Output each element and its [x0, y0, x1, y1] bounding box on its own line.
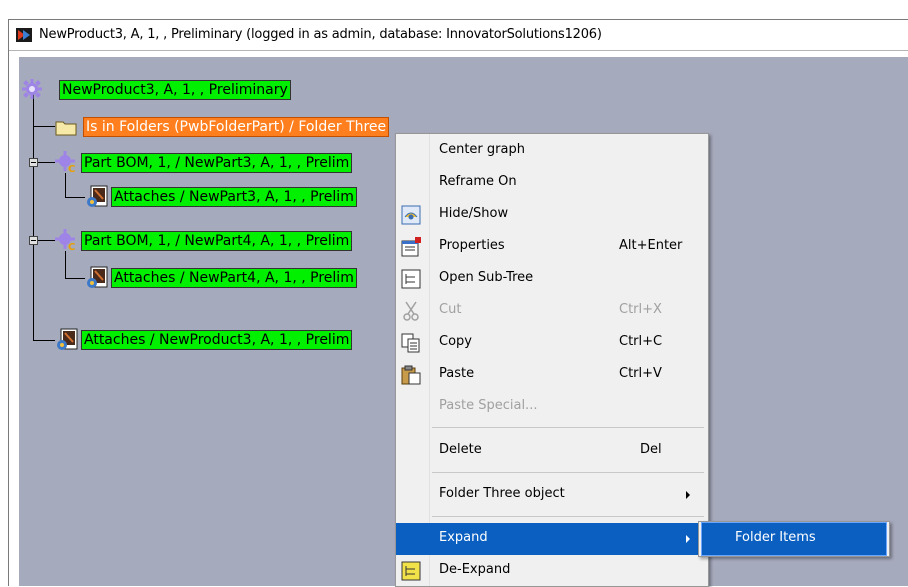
svg-text:C: C [68, 164, 75, 173]
collapse-toggle[interactable] [29, 158, 38, 167]
tree-branch-line [33, 340, 55, 341]
copy-icon [401, 333, 420, 353]
menu-item-label: Open Sub-Tree [439, 270, 534, 285]
menu-item-properties[interactable]: Properties Alt+Enter [396, 231, 708, 263]
title-bar: NewProduct3, A, 1, , Preliminary (logged… [9, 20, 908, 51]
document-gear-icon [87, 266, 108, 288]
tree-node-label: Part BOM, 1, / NewPart3, A, 1, , Prelim [81, 153, 353, 173]
gear-c-icon: C [55, 229, 75, 251]
de-expand-icon [401, 561, 421, 581]
menu-item-shortcut: Del [640, 442, 662, 457]
menu-separator [432, 516, 704, 517]
gear-icon [22, 79, 42, 99]
open-subtree-icon [401, 269, 421, 289]
tree-node-label: Part BOM, 1, / NewPart4, A, 1, , Prelim [81, 231, 353, 251]
gear-c-icon: C [55, 151, 75, 173]
menu-separator [432, 427, 704, 428]
menu-item-folder-items[interactable]: Folder Items [701, 522, 887, 556]
hide-show-icon [401, 205, 421, 225]
tree-node-label: Is in Folders (PwbFolderPart) / Folder T… [83, 117, 390, 137]
tree-sub-trunk-line [65, 173, 66, 197]
tree-node-label: Attaches / NewProduct3, A, 1, , Prelim [81, 330, 353, 350]
menu-item-label: Expand [439, 530, 488, 545]
folder-icon [55, 121, 77, 136]
window-title: NewProduct3, A, 1, , Preliminary (logged… [39, 27, 602, 42]
menu-item-shortcut: Alt+Enter [619, 238, 683, 253]
menu-item-reframe-on[interactable]: Reframe On [396, 167, 708, 199]
menu-item-paste-special[interactable]: Paste Special... [396, 391, 708, 423]
menu-item-label: Hide/Show [439, 206, 509, 221]
menu-item-hide-show[interactable]: Hide/Show [396, 199, 708, 231]
menu-item-folder-three-object[interactable]: Folder Three object [396, 479, 708, 511]
menu-item-label: Properties [439, 238, 505, 253]
menu-item-de-expand[interactable]: De-Expand [396, 555, 708, 587]
app-logo-icon [16, 28, 32, 42]
svg-text:C: C [68, 242, 75, 251]
expand-submenu: Folder Items [698, 521, 890, 557]
tree-branch-line [65, 197, 85, 198]
menu-item-paste[interactable]: Paste Ctrl+V [396, 359, 708, 391]
menu-item-shortcut: Ctrl+X [619, 302, 662, 317]
menu-item-label: Delete [439, 442, 482, 457]
menu-item-shortcut: Ctrl+V [619, 366, 662, 381]
context-menu: Center graph Reframe On Hide/Show Proper… [395, 133, 709, 587]
menu-item-center-graph[interactable]: Center graph [396, 135, 708, 167]
collapse-toggle[interactable] [29, 236, 38, 245]
tree-node-label: Attaches / NewPart4, A, 1, , Prelim [111, 268, 357, 288]
menu-item-copy[interactable]: Copy Ctrl+C [396, 327, 708, 359]
menu-item-cut[interactable]: Cut Ctrl+X [396, 295, 708, 327]
tree-sub-trunk-line [65, 251, 66, 278]
menu-item-label: Cut [439, 302, 462, 317]
menu-item-label: Folder Three object [439, 486, 565, 501]
tree-branch-line [65, 278, 85, 279]
menu-item-label: Paste Special... [439, 398, 538, 413]
submenu-arrow-icon [686, 491, 690, 499]
menu-item-label: Paste [439, 366, 475, 381]
menu-item-label: De-Expand [439, 562, 511, 577]
tree-root-label: NewProduct3, A, 1, , Preliminary [59, 80, 291, 100]
menu-item-open-sub-tree[interactable]: Open Sub-Tree [396, 263, 708, 295]
submenu-arrow-icon [686, 535, 690, 543]
menu-separator [432, 472, 704, 473]
menu-item-label: Folder Items [735, 530, 816, 545]
menu-item-label: Reframe On [439, 174, 517, 189]
menu-item-shortcut: Ctrl+C [619, 334, 663, 349]
menu-item-label: Copy [439, 334, 472, 349]
scissors-icon [403, 301, 419, 321]
paste-icon [401, 365, 421, 385]
tree-node-label: Attaches / NewPart3, A, 1, , Prelim [111, 187, 357, 207]
document-gear-icon [57, 328, 78, 350]
menu-item-label: Center graph [439, 142, 525, 157]
document-gear-icon [87, 185, 108, 207]
menu-item-delete[interactable]: Delete Del [396, 435, 708, 467]
tree-branch-line [33, 126, 55, 127]
properties-icon [401, 237, 421, 257]
menu-item-expand[interactable]: Expand [396, 523, 708, 555]
